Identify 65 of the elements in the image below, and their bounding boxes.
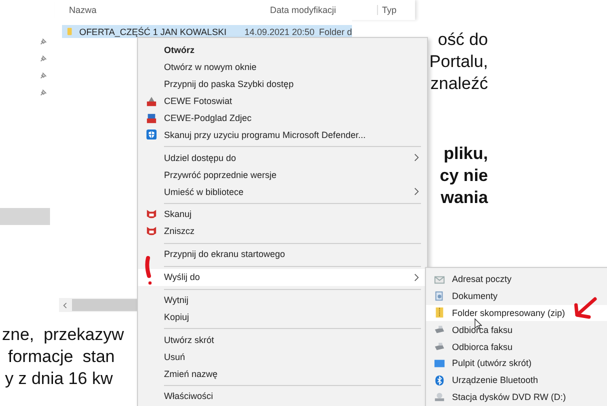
pin-icon[interactable] xyxy=(39,54,48,63)
menu-item[interactable]: CEWE-Podglad Zdjec xyxy=(138,110,427,126)
fax-icon xyxy=(434,341,444,352)
arrow-annotation xyxy=(572,296,598,320)
menu-item[interactable]: Dokumenty xyxy=(426,288,607,305)
menu-item[interactable]: Odbiorca faksu xyxy=(426,321,607,338)
document-text: ość do xyxy=(438,29,488,51)
photo-viewer-icon xyxy=(146,112,156,124)
menu-item[interactable]: Pulpit (utwórz skrót) xyxy=(426,354,607,372)
menu-item[interactable]: Skanuj przy uzyciu programu Microsoft Defender... xyxy=(138,126,427,144)
column-header[interactable]: Nazwa xyxy=(69,5,97,15)
documents-icon xyxy=(434,290,444,302)
menu-item[interactable]: Zniszcz xyxy=(138,222,427,240)
menu-item[interactable]: Udziel dostępu do xyxy=(138,149,427,166)
document-text: wania xyxy=(440,187,488,209)
menu-item[interactable]: Umieść w bibliotece xyxy=(138,183,427,200)
menu-item[interactable]: Usuń xyxy=(138,348,427,366)
menu-item[interactable]: Właściwości xyxy=(138,388,427,405)
menu-item[interactable]: Wytnij xyxy=(138,292,427,308)
menu-item[interactable]: Otwórz xyxy=(138,42,427,59)
document-text: y z dnia 16 kw xyxy=(4,368,114,390)
scroll-left-icon[interactable] xyxy=(63,302,68,308)
menu-item[interactable]: Skanuj xyxy=(138,206,427,223)
chevron-right-icon xyxy=(414,153,419,162)
folder-icon xyxy=(66,26,74,37)
antivirus-icon xyxy=(146,208,156,220)
chevron-right-icon xyxy=(414,272,419,282)
menu-item[interactable]: Urządzenie Bluetooth xyxy=(426,372,607,389)
document-text: formacje stan xyxy=(7,346,116,368)
document-text: cy nie xyxy=(440,165,488,187)
menu-item[interactable]: Wyślij do xyxy=(138,268,427,286)
pin-icon[interactable] xyxy=(39,88,48,97)
menu-item[interactable]: Zmień nazwę xyxy=(138,365,427,382)
file-row[interactable]: OFERTA_CZĘŚĆ 1 JAN KOWALSKI 14.09.2021 20:50 Folder d xyxy=(62,25,352,38)
bluetooth-icon xyxy=(434,374,444,386)
pin-icon[interactable] xyxy=(39,71,48,80)
shield-icon xyxy=(146,129,156,140)
file-type: Folder d xyxy=(318,26,352,36)
document-text: pliku, xyxy=(444,143,488,165)
file-name: OFERTA_CZĘŚĆ 1 JAN KOWALSKI xyxy=(79,26,228,36)
column-header[interactable]: Data modyfikacji xyxy=(270,5,336,15)
menu-item[interactable]: Otwórz w nowym oknie xyxy=(138,58,427,76)
menu-item[interactable]: Przypnij do paska Szybki dostęp xyxy=(138,76,427,93)
menu-item[interactable]: Przypnij do ekranu startowego xyxy=(138,246,427,263)
menu-item[interactable]: CEWE Fotoswiat xyxy=(138,92,427,110)
fax-icon xyxy=(434,324,444,336)
menu-item[interactable]: Utwórz skrót xyxy=(138,331,427,348)
desktop-icon xyxy=(434,358,444,369)
zip-folder-icon xyxy=(434,307,444,318)
chevron-right-icon xyxy=(414,187,419,196)
antivirus-icon xyxy=(146,226,156,237)
column-header[interactable]: Typ xyxy=(377,5,397,15)
pin-icon[interactable] xyxy=(39,37,48,46)
menu-item[interactable]: Stacja dysków DVD RW (D:) xyxy=(426,388,607,406)
file-date: 14.09.2021 20:50 xyxy=(244,26,316,36)
document-text: znaleźć xyxy=(430,73,488,95)
menu-item[interactable]: Odbiorca faksu xyxy=(426,338,607,355)
menu-item[interactable]: Adresat poczty xyxy=(426,271,607,288)
menu-item[interactable]: Przywróć poprzednie wersje xyxy=(138,166,427,184)
document-text: Portalu, xyxy=(429,51,488,73)
disc-drive-icon xyxy=(434,391,444,402)
document-text: zne, przekazyw xyxy=(2,324,124,346)
menu-item[interactable]: Folder skompresowany (zip) xyxy=(426,304,607,322)
envelope-icon xyxy=(434,274,444,285)
menu-item[interactable]: Kopiuj xyxy=(138,308,427,326)
